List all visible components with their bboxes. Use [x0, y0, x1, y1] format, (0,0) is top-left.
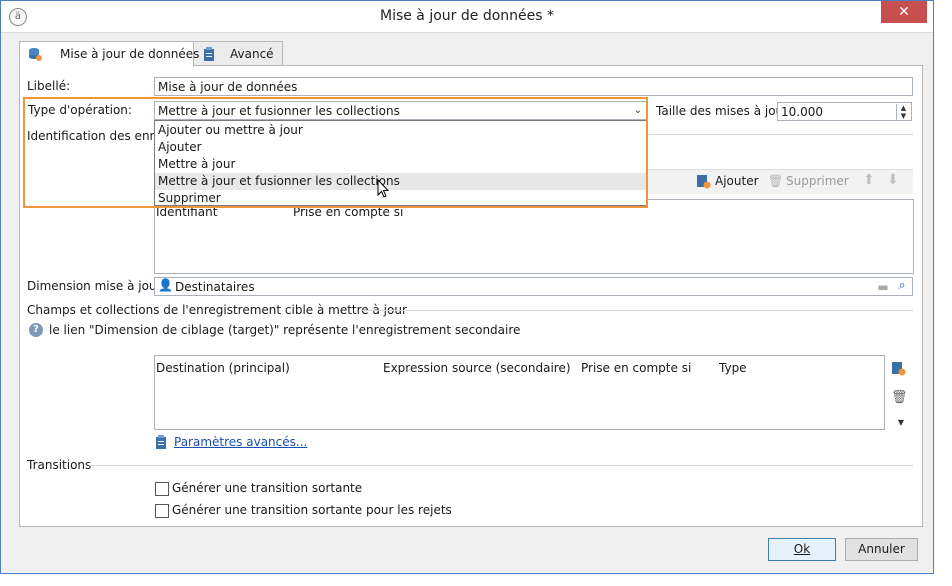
- add-field-icon[interactable]: [891, 361, 906, 376]
- fields-section-title: Champs et collections de l'enregistremen…: [27, 303, 407, 317]
- cancel-button[interactable]: Annuler: [845, 538, 918, 561]
- add-button[interactable]: Ajouter: [715, 174, 759, 188]
- separator: [647, 134, 913, 135]
- title-bar: ä Mise à jour de données * ✕: [1, 1, 933, 33]
- move-up-icon[interactable]: ⬆: [863, 172, 875, 188]
- person-icon: 👤: [158, 278, 173, 292]
- database-update-icon: [29, 48, 42, 61]
- batch-size-input[interactable]: 10.000 ▲ ▼: [777, 102, 912, 121]
- batch-size-value: 10.000: [781, 105, 823, 119]
- clipboard-icon: [204, 47, 214, 61]
- dimension-label: Dimension mise à jour:: [27, 279, 166, 293]
- batch-size-label: Taille des mises à jour:: [656, 104, 792, 118]
- help-icon: ?: [29, 323, 43, 337]
- outgoing-transition-checkbox[interactable]: [155, 482, 169, 496]
- spin-down-icon[interactable]: ▼: [897, 112, 910, 120]
- reject-transition-checkbox[interactable]: [155, 504, 169, 518]
- chevron-down-icon[interactable]: ▼: [893, 415, 909, 431]
- dimension-value: Destinataires: [175, 280, 255, 294]
- help-text: le lien "Dimension de ciblage (target)" …: [49, 323, 521, 337]
- identification-grid[interactable]: [154, 199, 914, 274]
- window-title: Mise à jour de données *: [379, 8, 554, 24]
- dialog-window: ä Mise à jour de données * ✕ Mise à jour…: [0, 0, 934, 574]
- column-header-expression[interactable]: Expression source (secondaire): [383, 361, 571, 375]
- reject-transition-label: Générer une transition sortante pour les…: [172, 503, 452, 517]
- spin-up-icon[interactable]: ▲: [897, 104, 910, 112]
- tab-avance[interactable]: Avancé: [193, 41, 283, 66]
- tab-mise-a-jour[interactable]: Mise à jour de données: [19, 41, 199, 67]
- clipboard-icon: [156, 435, 166, 449]
- move-down-icon[interactable]: ⬇: [887, 172, 899, 188]
- column-header-destination[interactable]: Destination (principal): [156, 361, 290, 375]
- libelle-input[interactable]: Mise à jour de données: [154, 77, 913, 96]
- dimension-input[interactable]: Destinataires: [154, 277, 913, 296]
- separator: [361, 310, 913, 311]
- folder-icon[interactable]: ▬: [875, 279, 891, 295]
- ok-button[interactable]: Ok: [768, 538, 836, 561]
- transitions-title: Transitions: [27, 458, 92, 472]
- column-header-prise-en-compte[interactable]: Prise en compte si: [581, 361, 691, 375]
- column-header-type[interactable]: Type: [719, 361, 747, 375]
- add-icon[interactable]: [696, 174, 711, 189]
- batch-size-spinner[interactable]: ▲ ▼: [896, 104, 910, 120]
- trash-icon[interactable]: 🗑: [891, 390, 908, 406]
- trash-icon: 🗑: [768, 174, 784, 188]
- tab-label: Avancé: [230, 47, 274, 61]
- outgoing-transition-label: Générer une transition sortante: [172, 481, 363, 495]
- delete-button[interactable]: Supprimer: [786, 174, 849, 188]
- search-icon[interactable]: ⌕: [894, 278, 910, 294]
- libelle-label: Libellé:: [27, 79, 71, 93]
- advanced-settings-link[interactable]: Paramètres avancés...: [174, 435, 307, 449]
- separator: [89, 465, 913, 466]
- tab-label: Mise à jour de données: [60, 47, 200, 61]
- close-button[interactable]: ✕: [881, 1, 927, 23]
- highlight-box: [23, 97, 648, 208]
- ok-button-label: Ok: [793, 542, 811, 556]
- mouse-cursor-icon: [377, 179, 389, 198]
